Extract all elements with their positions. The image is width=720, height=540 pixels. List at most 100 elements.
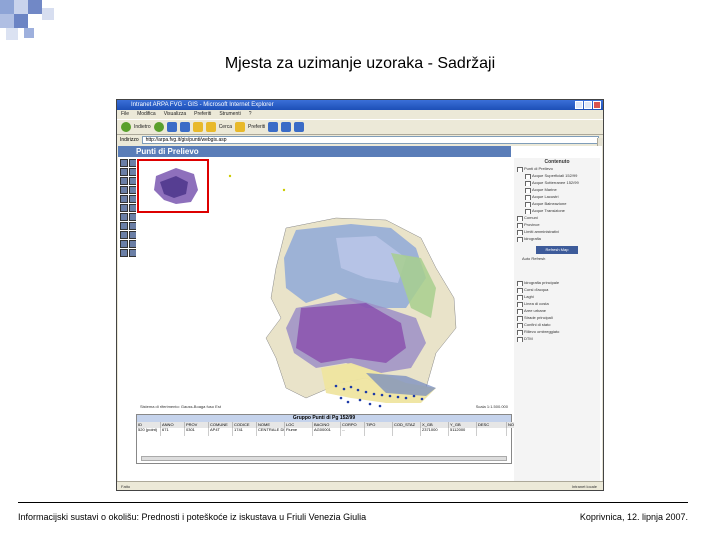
refresh-icon[interactable] bbox=[179, 122, 190, 132]
webgis-app: Punti di Prelievo Sistema di riferimento… bbox=[118, 146, 602, 481]
menu-file[interactable]: File bbox=[121, 110, 129, 119]
decor-square-4 bbox=[42, 8, 54, 20]
legend-item[interactable]: DTM bbox=[514, 335, 600, 342]
map-toolbar bbox=[120, 159, 137, 257]
legend-item[interactable]: Limiti amministrativi bbox=[514, 228, 600, 235]
layer-icon[interactable] bbox=[120, 231, 128, 239]
arrow-up-icon[interactable] bbox=[120, 222, 128, 230]
legend-item[interactable]: Acque Superficiali 152/99 bbox=[514, 172, 600, 179]
table-cell: ... bbox=[341, 428, 365, 436]
browser-title-bar: Intranet ARPA FVG - GIS - Microsoft Inte… bbox=[117, 100, 603, 110]
history-icon[interactable] bbox=[268, 122, 279, 132]
table-cell: 0301 bbox=[185, 428, 209, 436]
legend-item[interactable]: Confini di stato bbox=[514, 321, 600, 328]
scale-row: Sistema di riferimento: Gauss-Boaga fuso… bbox=[140, 404, 510, 412]
legend-item[interactable]: Acque Marine bbox=[514, 186, 600, 193]
favorites-icon[interactable] bbox=[235, 122, 246, 132]
browser-status-bar: Fatto Intranet locale bbox=[117, 481, 603, 490]
auto-refresh-checkbox[interactable]: Auto Refresh bbox=[514, 256, 600, 261]
browser-screenshot: Intranet ARPA FVG - GIS - Microsoft Inte… bbox=[116, 99, 604, 491]
favorites-label[interactable]: Preferiti bbox=[248, 124, 265, 130]
mail-icon[interactable] bbox=[281, 122, 292, 132]
app-header: Punti di Prelievo bbox=[118, 146, 511, 157]
print-icon[interactable] bbox=[294, 122, 305, 132]
decor-square-1 bbox=[0, 0, 14, 14]
legend-item[interactable]: Laghi bbox=[514, 293, 600, 300]
stop-icon[interactable] bbox=[166, 122, 177, 132]
forward-icon[interactable] bbox=[153, 122, 164, 132]
legend-item[interactable]: Acque Sotterranee 152/99 bbox=[514, 179, 600, 186]
address-label: Indirizzo bbox=[120, 137, 139, 143]
table-cell: Fiume bbox=[285, 428, 313, 436]
decor-square-2 bbox=[14, 0, 28, 14]
legend-item[interactable]: Aree urbane bbox=[514, 307, 600, 314]
status-zone: Intranet locale bbox=[571, 484, 597, 489]
map-canvas[interactable] bbox=[136, 158, 512, 413]
minimize-button[interactable] bbox=[575, 101, 583, 109]
legend-item[interactable]: Linea di costa bbox=[514, 300, 600, 307]
legend-item[interactable]: Idrografia bbox=[514, 235, 600, 242]
legend-panel: Contenuto Punti di Prelievo Acque Superf… bbox=[514, 158, 600, 481]
slide-title: Mjesta za uzimanje uzoraka - Sadržaji bbox=[224, 55, 496, 72]
back-icon[interactable] bbox=[121, 122, 131, 132]
back-label[interactable]: Indietro bbox=[134, 124, 151, 130]
table-cell bbox=[393, 428, 421, 436]
decor-square-8 bbox=[24, 28, 34, 38]
address-bar: Indirizzo http://arpa.fvg.it/gis/punti/w… bbox=[117, 135, 603, 145]
table-cell: AG00001 bbox=[313, 428, 341, 436]
table-cell: 520 (point) bbox=[137, 428, 161, 436]
table-cell: 671 bbox=[161, 428, 185, 436]
legend-icon[interactable] bbox=[120, 240, 128, 248]
legend-item[interactable]: Punti di Prelievo bbox=[514, 165, 600, 172]
decor-square-3 bbox=[28, 0, 42, 14]
table-row[interactable]: 520 (point) 671 0301 AP4T 1741 CENTRALE … bbox=[137, 428, 537, 436]
table-title: Gruppo Punti di Pg 152/99 bbox=[137, 415, 511, 422]
legend-item[interactable]: Rilievo ombreggiato bbox=[514, 328, 600, 335]
table-cell bbox=[477, 428, 507, 436]
full-extent-icon[interactable] bbox=[120, 177, 128, 185]
legend-item[interactable]: Province bbox=[514, 221, 600, 228]
table-scrollbar[interactable] bbox=[141, 456, 507, 461]
legend-item[interactable]: Acque Transizione bbox=[514, 207, 600, 214]
legend-item[interactable]: Strade principali bbox=[514, 314, 600, 321]
legend-lower: Idrografia principale Corsi d'acqua Lagh… bbox=[514, 279, 600, 342]
refresh-map-button[interactable]: Refresh Map bbox=[536, 246, 578, 254]
clear-icon[interactable] bbox=[120, 204, 128, 212]
table-cell: AP4T bbox=[209, 428, 233, 436]
legend-item[interactable]: Corsi d'acqua bbox=[514, 286, 600, 293]
pan-icon[interactable] bbox=[120, 168, 128, 176]
legend-item[interactable]: Acque Balneazione bbox=[514, 200, 600, 207]
footer-divider bbox=[18, 502, 688, 503]
close-button[interactable] bbox=[593, 101, 601, 109]
decor-square-7 bbox=[6, 28, 18, 40]
address-input[interactable]: http://arpa.fvg.it/gis/punti/webgis.asp bbox=[141, 136, 599, 144]
arrow-left-icon[interactable] bbox=[120, 213, 128, 221]
table-cell: 1741 bbox=[233, 428, 257, 436]
search-label[interactable]: Cerca bbox=[219, 124, 232, 130]
measure-icon[interactable] bbox=[120, 186, 128, 194]
menu-edit[interactable]: Modifica bbox=[137, 110, 156, 119]
decor-square-5 bbox=[0, 14, 14, 28]
maximize-button[interactable] bbox=[584, 101, 592, 109]
menu-tools[interactable]: Strumenti bbox=[219, 110, 240, 119]
menu-view[interactable]: Visualizza bbox=[164, 110, 186, 119]
projection-text: Sistema di riferimento: Gauss-Boaga fuso… bbox=[140, 404, 221, 409]
table-cell: 2371000 bbox=[421, 428, 449, 436]
decor-square-6 bbox=[14, 14, 28, 28]
footer-right: Koprivnica, 12. lipnja 2007. bbox=[579, 512, 688, 522]
query-icon[interactable] bbox=[120, 195, 128, 203]
menu-bar: File Modifica Visualizza Preferiti Strum… bbox=[117, 110, 603, 119]
search-icon[interactable] bbox=[205, 122, 216, 132]
legend-item[interactable]: Acque Lacustri bbox=[514, 193, 600, 200]
legend-item[interactable]: Idrografia principale bbox=[514, 279, 600, 286]
options-icon[interactable] bbox=[120, 249, 128, 257]
zoom-in-icon[interactable] bbox=[120, 159, 128, 167]
attribute-table: Gruppo Punti di Pg 152/99 ID ANNO PROV C… bbox=[136, 414, 537, 464]
browser-toolbar: Indietro Cerca Preferiti bbox=[117, 119, 603, 135]
legend-item[interactable]: Comuni bbox=[514, 214, 600, 221]
status-text: Fatto bbox=[121, 484, 131, 489]
menu-help[interactable]: ? bbox=[249, 110, 252, 119]
scale-text: Scala 1:1.500.000 bbox=[475, 404, 508, 409]
home-icon[interactable] bbox=[192, 122, 203, 132]
menu-favorites[interactable]: Preferiti bbox=[194, 110, 211, 119]
